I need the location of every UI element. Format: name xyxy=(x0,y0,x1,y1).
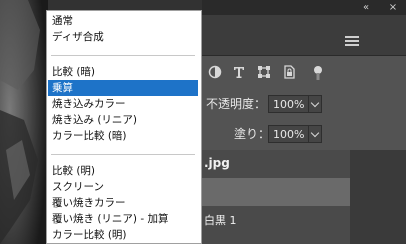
fill-label: 塗り： xyxy=(234,127,271,141)
layer-row-selected[interactable] xyxy=(202,178,350,206)
layer-name: .jpg xyxy=(204,156,230,170)
blend-option[interactable]: 焼き込みカラー xyxy=(48,96,198,112)
opacity-label: 不透明度： xyxy=(206,97,267,111)
transform-icon[interactable] xyxy=(257,65,271,79)
hamburger-menu-icon[interactable] xyxy=(345,36,359,48)
blend-option[interactable]: 覆い焼きカラー xyxy=(48,195,198,211)
blend-option[interactable]: 覆い焼き (リニア) - 加算 xyxy=(48,211,198,227)
blend-option[interactable]: 比較 (明) xyxy=(48,163,198,179)
lock-artboard-icon[interactable] xyxy=(282,65,296,79)
pin-icon[interactable] xyxy=(311,65,325,80)
canvas-photo xyxy=(0,0,48,244)
type-icon[interactable] xyxy=(232,65,246,79)
blend-mode-dropdown: 通常 ディザ合成 比較 (暗) 乗算 焼き込みカラー 焼き込み (リニア) カラ… xyxy=(46,10,202,244)
opacity-dropdown-button[interactable] xyxy=(308,95,322,113)
fill-dropdown-button[interactable] xyxy=(308,125,322,143)
menu-divider xyxy=(51,154,195,155)
blend-option-selected[interactable]: 乗算 xyxy=(48,80,198,96)
blend-option[interactable]: カラー比較 (暗) xyxy=(48,128,198,144)
close-panel-icon[interactable]: × xyxy=(386,2,400,13)
menu-divider xyxy=(51,55,195,56)
blend-option[interactable]: カラー比較 (明) xyxy=(48,227,198,243)
panel-tabs-area xyxy=(202,15,406,56)
layers-scrollbar[interactable] xyxy=(350,150,406,244)
panel-title-bar xyxy=(202,0,406,15)
layer-row[interactable]: 白黒 1 xyxy=(202,206,350,244)
blend-option[interactable]: 比較 (暗) xyxy=(48,64,198,80)
blend-option[interactable]: 通常 xyxy=(48,13,198,29)
circle-half-icon[interactable] xyxy=(208,65,222,79)
layer-name: 白黒 1 xyxy=(204,214,237,227)
blend-option[interactable]: 焼き込み (リニア) xyxy=(48,112,198,128)
blend-option[interactable]: ディザ合成 xyxy=(48,29,198,45)
collapse-panels-icon[interactable]: « xyxy=(358,2,374,13)
blend-option[interactable]: スクリーン xyxy=(48,179,198,195)
layer-row[interactable]: .jpg xyxy=(202,150,350,178)
